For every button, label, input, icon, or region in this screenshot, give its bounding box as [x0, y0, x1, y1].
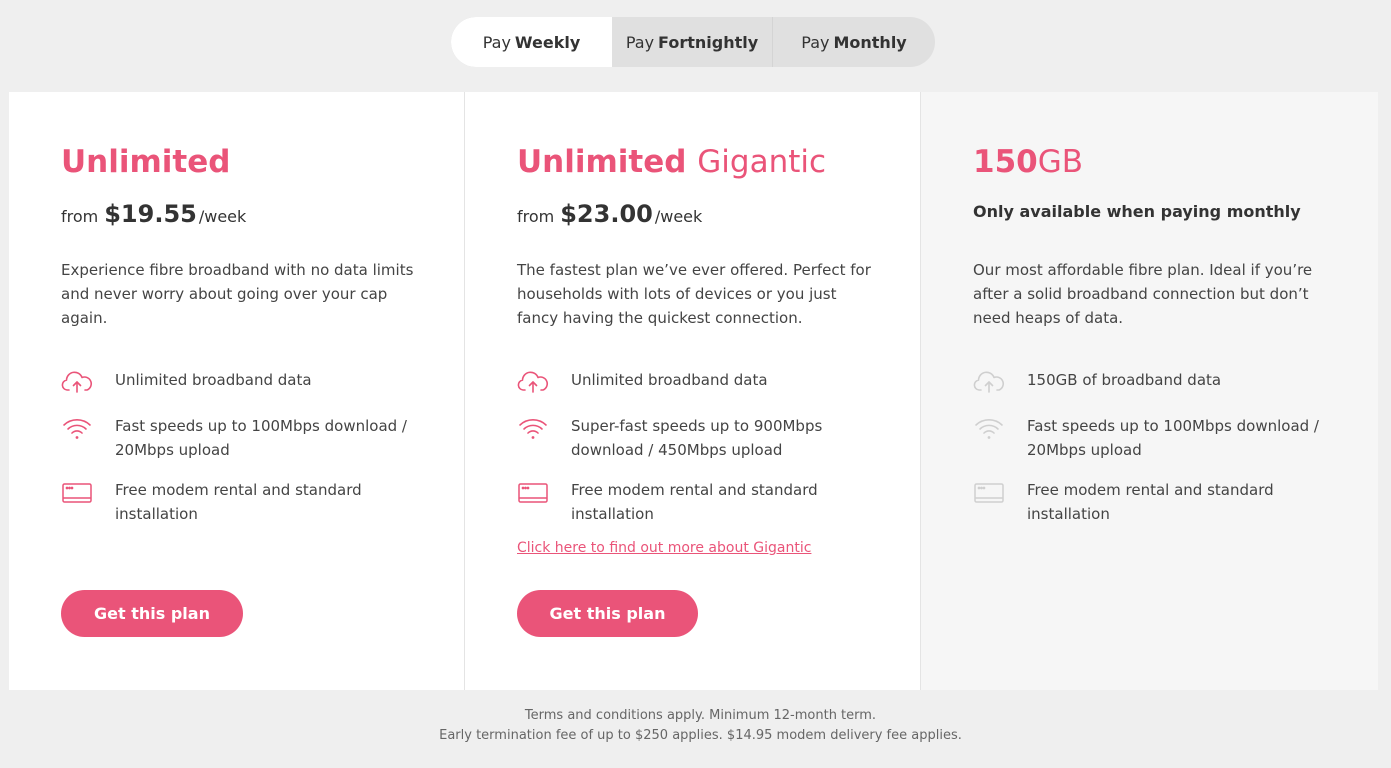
- feature-item: Unlimited broadband data: [517, 368, 868, 398]
- feature-text: 150GB of broadband data: [1027, 371, 1222, 389]
- plan-title-light: GB: [1037, 144, 1084, 180]
- feature-item: Unlimited broadband data: [61, 368, 412, 398]
- wifi-icon: [973, 414, 1005, 444]
- pay-fortnightly-option[interactable]: Pay Fortnightly: [612, 17, 773, 67]
- plan-card-unlimited-gigantic: Unlimited Gigantic from $23.00 /week The…: [464, 92, 921, 690]
- feature-text: Free modem rental and standard installat…: [115, 481, 362, 523]
- plan-card-150gb: 150GB Only available when paying monthly…: [921, 92, 1378, 690]
- wifi-icon: [61, 414, 93, 444]
- feature-item: Fast speeds up to 100Mbps download / 20M…: [61, 414, 412, 462]
- pay-monthly-label: Monthly: [833, 32, 907, 52]
- pay-weekly-prefix: Pay: [482, 32, 511, 52]
- feature-item: Free modem rental and standard installat…: [973, 478, 1326, 526]
- plan-card-unlimited: Unlimited from $19.55 /week Experience f…: [9, 92, 464, 690]
- pay-monthly-prefix: Pay: [801, 32, 830, 52]
- cloud-upload-icon: [973, 368, 1005, 398]
- cloud-upload-icon: [517, 368, 549, 398]
- plan-title-bold: 150: [973, 144, 1038, 180]
- plan-cards: Unlimited from $19.55 /week Experience f…: [9, 92, 1378, 690]
- feature-item: 150GB of broadband data: [973, 368, 1326, 398]
- plan-title: 150GB: [973, 142, 1326, 182]
- feature-text: Fast speeds up to 100Mbps download / 20M…: [115, 417, 407, 459]
- price-line: from $23.00 /week: [517, 200, 868, 230]
- feature-list: Unlimited broadband data Fast speeds up …: [61, 368, 412, 526]
- price-prefix: from: [517, 207, 555, 226]
- modem-icon: [517, 478, 549, 508]
- get-this-plan-button[interactable]: Get this plan: [517, 590, 698, 637]
- terms-footer: Terms and conditions apply. Minimum 12-m…: [0, 706, 1391, 746]
- feature-text: Super-fast speeds up to 900Mbps download…: [571, 417, 823, 459]
- feature-item: Fast speeds up to 100Mbps download / 20M…: [973, 414, 1326, 462]
- plan-title: Unlimited: [61, 142, 412, 182]
- plan-description: Our most affordable fibre plan. Ideal if…: [973, 261, 1313, 327]
- plan-title-light: Gigantic: [697, 144, 827, 180]
- price-amount: $23.00: [560, 200, 653, 228]
- feature-text: Free modem rental and standard installat…: [1027, 481, 1274, 523]
- feature-text: Free modem rental and standard installat…: [571, 481, 818, 523]
- feature-item: Free modem rental and standard installat…: [61, 478, 412, 526]
- feature-item: Super-fast speeds up to 900Mbps download…: [517, 414, 868, 462]
- price-prefix: from: [61, 207, 99, 226]
- pay-fortnightly-label: Fortnightly: [658, 32, 759, 52]
- feature-text: Fast speeds up to 100Mbps download / 20M…: [1027, 417, 1319, 459]
- get-this-plan-button[interactable]: Get this plan: [61, 590, 243, 637]
- price-amount: $19.55: [104, 200, 197, 228]
- feature-text: Unlimited broadband data: [571, 371, 768, 389]
- gigantic-info-link[interactable]: Click here to find out more about Gigant…: [517, 540, 811, 556]
- feature-text: Unlimited broadband data: [115, 371, 312, 389]
- plan-title-bold: Unlimited: [61, 144, 231, 180]
- feature-list: Unlimited broadband data Super-fast spee…: [517, 368, 868, 526]
- billing-frequency-toggle: Pay Weekly Pay Fortnightly Pay Monthly: [451, 17, 935, 67]
- plan-title: Unlimited Gigantic: [517, 142, 868, 182]
- pay-monthly-option[interactable]: Pay Monthly: [773, 17, 935, 67]
- terms-line-2: Early termination fee of up to $250 appl…: [439, 728, 962, 743]
- modem-icon: [973, 478, 1005, 508]
- wifi-icon: [517, 414, 549, 444]
- price-line: from $19.55 /week: [61, 200, 412, 230]
- pay-weekly-label: Weekly: [514, 32, 581, 52]
- feature-item: Free modem rental and standard installat…: [517, 478, 868, 526]
- availability-note: Only available when paying monthly: [973, 202, 1301, 221]
- pay-weekly-option[interactable]: Pay Weekly: [451, 17, 612, 67]
- feature-list: 150GB of broadband data Fast speeds up t…: [973, 368, 1326, 526]
- terms-line-1: Terms and conditions apply. Minimum 12-m…: [524, 708, 877, 723]
- pay-fortnightly-prefix: Pay: [625, 32, 655, 52]
- cloud-upload-icon: [61, 368, 93, 398]
- plan-description: The fastest plan we’ve ever offered. Per…: [517, 261, 871, 327]
- plan-description: Experience fibre broadband with no data …: [61, 261, 414, 327]
- price-suffix: /week: [654, 207, 703, 226]
- plan-title-bold: Unlimited: [517, 144, 687, 180]
- price-suffix: /week: [198, 207, 247, 226]
- modem-icon: [61, 478, 93, 508]
